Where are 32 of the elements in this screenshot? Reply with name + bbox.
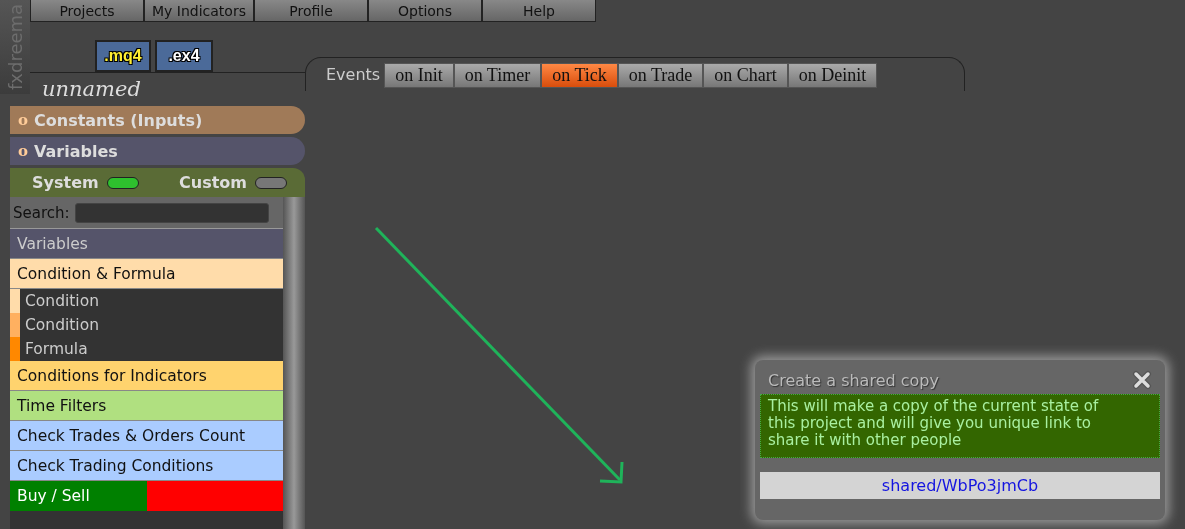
share-link[interactable]: shared/WbPo3jmCb (760, 472, 1160, 499)
filter-toggle[interactable]: System (32, 168, 139, 197)
project-name: unnamed (30, 72, 305, 103)
event-tab[interactable]: on Trade (617, 63, 704, 88)
close-icon[interactable] (1132, 370, 1152, 390)
event-tab[interactable]: on Chart (703, 63, 788, 88)
menu-item[interactable]: Help (482, 0, 596, 22)
search-field[interactable] (74, 202, 269, 223)
event-tab[interactable]: on Tick (541, 63, 618, 88)
block-category[interactable]: Conditions for Indicators (10, 361, 284, 391)
event-tab[interactable]: on Deinit (787, 63, 878, 88)
block-category[interactable]: Check Trades & Orders Count (10, 421, 284, 451)
menu-item[interactable]: Options (368, 0, 482, 22)
menu-item[interactable]: Projects (30, 0, 144, 22)
events-label: Events (326, 64, 381, 84)
search-label: Search: (13, 203, 70, 222)
section-header[interactable]: o Variables (10, 137, 305, 165)
block-category[interactable]: Variables (10, 229, 284, 259)
filter-toggle[interactable]: Custom (179, 168, 287, 197)
export-button[interactable]: .ex4 (155, 40, 213, 72)
export-button[interactable]: .mq4 (95, 40, 151, 72)
event-tab[interactable]: on Init (384, 63, 454, 88)
block-category[interactable]: Check Trading Conditions (10, 451, 284, 481)
menu-item[interactable]: Profile (254, 0, 368, 22)
scrollbar[interactable] (283, 197, 305, 529)
event-tab[interactable]: on Timer (453, 63, 542, 88)
dialog-title: Create a shared copy (768, 370, 939, 390)
block-category[interactable]: Condition & Formula (10, 259, 284, 289)
block-category[interactable]: Time Filters (10, 391, 284, 421)
dialog-message: This will make a copy of the current state of this project and will give you unique link to share it with other people (760, 394, 1160, 458)
block-category[interactable]: Buy / Sell (10, 481, 147, 511)
menu-item[interactable]: My Indicators (144, 0, 254, 22)
